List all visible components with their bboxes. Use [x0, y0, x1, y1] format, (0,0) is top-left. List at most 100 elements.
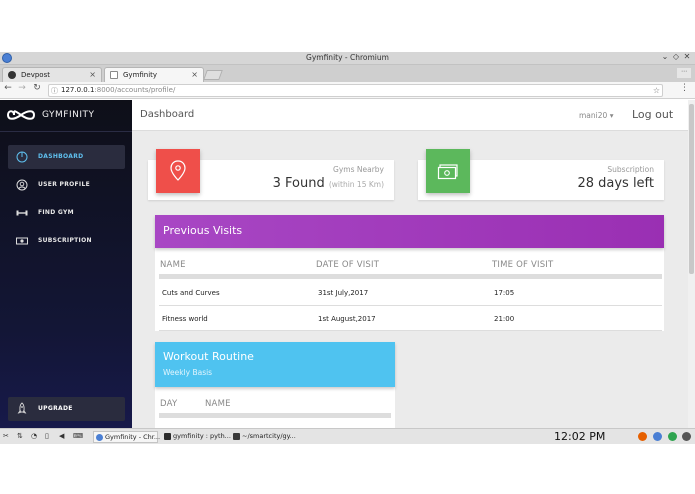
visit-time: 17:05: [494, 289, 515, 297]
caret-down-icon: ▾: [609, 111, 614, 120]
screen: Gymfinity - Chromium ⌄ ◇ ✕ Devpost × Gym…: [0, 0, 695, 494]
minimize-icon[interactable]: ⌄: [660, 52, 670, 61]
close-icon[interactable]: ✕: [682, 52, 692, 61]
keyboard-icon[interactable]: ⌨: [73, 432, 83, 440]
clock[interactable]: 12:02 PM: [554, 430, 605, 443]
table-header-divider: [159, 274, 662, 279]
battery-icon[interactable]: ▯: [45, 432, 49, 440]
network-icon[interactable]: ⇅: [17, 432, 23, 440]
tab-label: Gymfinity: [123, 71, 158, 79]
devpost-icon: [8, 71, 16, 79]
main-header: Dashboard mani20 ▾ Log out: [132, 100, 688, 131]
taskbar-item-terminal[interactable]: ~/smartcity/gy...: [231, 431, 299, 443]
address-bar[interactable]: ⓘ 127.0.0.1:8000/accounts/profile/ ☆: [48, 84, 663, 97]
taskbar-item-pycharm[interactable]: gymfinity : pyth...: [162, 431, 231, 443]
page-scrollbar[interactable]: [688, 100, 695, 428]
sidebar-item-user-profile[interactable]: USER PROFILE: [8, 173, 125, 197]
bookmark-star-icon[interactable]: ☆: [653, 85, 660, 96]
main-content: Dashboard mani20 ▾ Log out Gyms Nearby 3…: [132, 100, 688, 428]
volume-icon[interactable]: ◀: [59, 432, 64, 440]
sidebar-item-dashboard[interactable]: DASHBOARD: [8, 145, 125, 169]
info-icon[interactable]: ⓘ: [51, 86, 58, 97]
stat-subtext: (within 15 Km): [328, 180, 384, 189]
chromium-icon: [96, 434, 103, 441]
system-taskbar: ✂ ⇅ ◔ ▯ ◀ ⌨ Gymfinity - Chr... gymfinity…: [0, 428, 695, 444]
upgrade-label: UPGRADE: [38, 405, 73, 412]
visit-date: 31st July,2017: [318, 289, 369, 297]
column-header-date: DATE OF VISIT: [316, 260, 380, 270]
power-icon[interactable]: [682, 432, 691, 441]
visit-date: 1st August,2017: [318, 315, 376, 323]
workout-routine-header: Workout Routine Weekly Basis: [155, 342, 395, 387]
browser-toolbar: ← → ↻ ⓘ 127.0.0.1:8000/accounts/profile/…: [0, 82, 695, 99]
app-icon[interactable]: [668, 432, 677, 441]
visit-gym-name: Cuts and Curves: [162, 289, 220, 297]
sidebar: GYMFINITY DASHBOARD USER PROFILE FIND GY…: [0, 100, 132, 428]
terminal-icon: [164, 433, 171, 440]
workout-routine-title: Workout Routine: [163, 350, 254, 363]
tab-close-icon[interactable]: ×: [89, 68, 96, 82]
tools-icon[interactable]: ✂: [3, 432, 9, 440]
sidebar-item-label: USER PROFILE: [38, 181, 90, 188]
workout-routine-card: Workout Routine Weekly Basis DAY NAME: [155, 342, 395, 428]
previous-visits-title: Previous Visits: [163, 224, 243, 237]
back-icon[interactable]: ←: [2, 83, 14, 93]
tab-close-icon[interactable]: ×: [191, 68, 198, 82]
stat-value: 28 days left: [577, 176, 654, 191]
tab-strip: Devpost × Gymfinity × ⋯: [0, 65, 695, 82]
visit-gym-name: Fitness world: [162, 315, 208, 323]
upgrade-button[interactable]: UPGRADE: [8, 397, 125, 421]
column-header-day: DAY: [160, 399, 178, 409]
chromium-icon[interactable]: [653, 432, 662, 441]
username: mani20: [579, 111, 608, 120]
wifi-icon[interactable]: ◔: [31, 432, 37, 440]
scrollbar-thumb[interactable]: [689, 104, 694, 274]
table-header-divider: [159, 413, 391, 418]
tab-label: Devpost: [21, 71, 50, 79]
row-divider: [159, 305, 662, 306]
logout-link[interactable]: Log out: [632, 108, 673, 121]
window-titlebar: Gymfinity - Chromium ⌄ ◇ ✕: [0, 52, 695, 65]
page-title: Dashboard: [140, 109, 195, 120]
column-header-name: NAME: [160, 260, 186, 270]
url-host: 127.0.0.1: [61, 86, 95, 94]
visit-time: 21:00: [494, 315, 515, 323]
column-header-time: TIME OF VISIT: [492, 260, 554, 270]
stat-icon-box-gyms: [156, 149, 200, 193]
taskbar-item-chromium[interactable]: Gymfinity - Chr...: [93, 431, 160, 443]
dashboard-icon: [16, 151, 28, 163]
sidebar-item-label: FIND GYM: [38, 209, 74, 216]
browser-menu-icon[interactable]: ⋮: [680, 83, 689, 93]
tab-gymfinity[interactable]: Gymfinity ×: [104, 67, 204, 82]
tab-devpost[interactable]: Devpost ×: [2, 67, 102, 82]
row-divider: [159, 330, 662, 331]
firefox-icon[interactable]: [638, 432, 647, 441]
taskbar-item-label: ~/smartcity/gy...: [242, 432, 296, 440]
profile-badge[interactable]: ⋯: [677, 68, 691, 78]
stat-label: Gyms Nearby: [333, 165, 384, 174]
forward-icon[interactable]: →: [16, 83, 28, 93]
user-menu[interactable]: mani20 ▾: [579, 111, 613, 120]
user-icon: [16, 179, 28, 191]
brand-name: GYMFINITY: [42, 110, 95, 120]
money-icon: [16, 237, 28, 245]
previous-visits-header: Previous Visits: [155, 215, 664, 248]
reload-icon[interactable]: ↻: [31, 83, 43, 93]
previous-visits-card: Previous Visits NAME DATE OF VISIT TIME …: [155, 215, 664, 331]
workout-routine-subtitle: Weekly Basis: [163, 368, 213, 377]
taskbar-item-label: gymfinity : pyth...: [173, 432, 231, 440]
new-tab-button[interactable]: [203, 70, 223, 80]
sidebar-divider: [0, 131, 132, 132]
stat-card-subscription: Subscription 28 days left: [418, 149, 664, 200]
url-path: :8000/accounts/profile/: [94, 86, 176, 94]
sidebar-item-subscription[interactable]: SUBSCRIPTION: [8, 229, 125, 253]
infinity-logo-icon: [6, 110, 36, 120]
stat-icon-box-subscription: [426, 149, 470, 193]
stat-value: 3 Found (within 15 Km): [273, 176, 384, 191]
column-header-name: NAME: [205, 399, 231, 409]
sidebar-item-find-gym[interactable]: FIND GYM: [8, 201, 125, 225]
sidebar-item-label: DASHBOARD: [38, 153, 84, 160]
map-pin-icon: [170, 160, 186, 181]
rocket-icon: [17, 402, 27, 414]
maximize-icon[interactable]: ◇: [671, 52, 681, 61]
